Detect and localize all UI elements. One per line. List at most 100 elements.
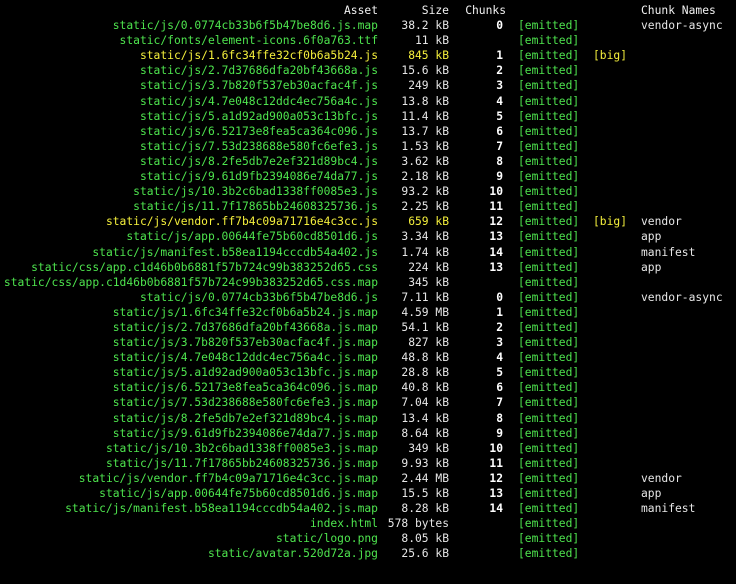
asset-size: 15.6 kB xyxy=(401,64,449,78)
chunk-name: manifest xyxy=(641,245,696,259)
table-row: static/js/manifest.b58ea1194cccdb54a402.… xyxy=(0,245,736,260)
table-row: static/js/1.6fc34ffe32cf0b6a5b24.js 845 k… xyxy=(0,48,736,63)
asset-name: static/js/11.7f17865bb24608325736.js xyxy=(133,200,378,214)
emitted-status: [emitted] xyxy=(518,290,580,304)
chunk-name: vendor-async xyxy=(641,290,723,304)
emitted-status: [emitted] xyxy=(518,154,580,168)
asset-name: static/logo.png xyxy=(275,532,378,546)
table-row: static/js/10.3b2c6bad1338ff0085e3.js.map… xyxy=(0,441,736,456)
table-row: static/js/1.6fc34ffe32cf0b6a5b24.js.map 4… xyxy=(0,305,736,320)
asset-size: 8.28 kB xyxy=(401,502,449,516)
table-row: static/js/app.00644fe75b60cd8501d6.js 3.3… xyxy=(0,229,736,244)
asset-size: 1.53 kB xyxy=(401,139,449,153)
asset-name: static/js/11.7f17865bb24608325736.js.map xyxy=(105,456,378,470)
emitted-status: [emitted] xyxy=(518,260,580,274)
asset-size: 40.8 kB xyxy=(401,381,449,395)
asset-size: 48.8 kB xyxy=(401,351,449,365)
emitted-status: [emitted] xyxy=(518,139,580,153)
emitted-status: [emitted] xyxy=(518,230,580,244)
table-row: static/js/11.7f17865bb24608325736.js 2.25… xyxy=(0,199,736,214)
chunk-id: 0 xyxy=(496,19,503,33)
asset-name: index.html xyxy=(309,517,378,531)
table-row: static/js/app.00644fe75b60cd8501d6.js.ma… xyxy=(0,486,736,501)
emitted-status: [emitted] xyxy=(518,94,580,108)
chunk-id: 1 xyxy=(496,305,503,319)
asset-name: static/js/3.7b820f537eb30acfac4f.js xyxy=(139,79,378,93)
asset-name: static/js/manifest.b58ea1194cccdb54a402.… xyxy=(65,502,378,516)
chunk-id: 1 xyxy=(496,49,503,63)
emitted-status: [emitted] xyxy=(518,245,580,259)
table-header: Asset Size Chunks Chunk Names xyxy=(0,3,736,18)
chunk-names-column-header: Chunk Names xyxy=(641,4,716,17)
emitted-status: [emitted] xyxy=(518,109,580,123)
chunk-id: 7 xyxy=(496,139,503,153)
chunk-id: 13 xyxy=(489,230,503,244)
asset-name: static/js/10.3b2c6bad1338ff0085e3.js xyxy=(133,185,378,199)
asset-name: static/js/app.00644fe75b60cd8501d6.js xyxy=(126,230,378,244)
table-row: static/js/vendor.ff7b4c09a71716e4c3cc.js… xyxy=(0,214,736,229)
table-row: static/css/app.c1d46b0b6881f57b724c99b38… xyxy=(0,260,736,275)
emitted-status: [emitted] xyxy=(518,19,580,33)
asset-table: static/js/0.0774cb33b6f5b47be8d6.js.map 3… xyxy=(0,18,736,561)
asset-size: 28.8 kB xyxy=(401,366,449,380)
asset-name: static/js/5.a1d92ad900a053c13bfc.js.map xyxy=(112,366,378,380)
emitted-status: [emitted] xyxy=(518,320,580,334)
big-flag: [big] xyxy=(593,215,628,229)
table-row: static/logo.png 8.05 kB [emitted] xyxy=(0,531,736,546)
table-row: static/js/9.61d9fb2394086e74da77.js.map 8… xyxy=(0,426,736,441)
asset-name: static/js/5.a1d92ad900a053c13bfc.js xyxy=(139,109,378,123)
asset-name: static/js/7.53d238688e580fc6efe3.js.map xyxy=(112,396,378,410)
emitted-status: [emitted] xyxy=(518,49,580,63)
emitted-status: [emitted] xyxy=(518,275,580,289)
emitted-status: [emitted] xyxy=(518,124,580,138)
table-row: static/js/8.2fe5db7e2ef321d89bc4.js.map 1… xyxy=(0,411,736,426)
emitted-status: [emitted] xyxy=(518,532,580,546)
emitted-status: [emitted] xyxy=(518,517,580,531)
chunk-name: vendor xyxy=(641,471,682,485)
chunk-name: app xyxy=(641,230,662,244)
asset-size: 15.5 kB xyxy=(401,487,449,500)
asset-size: 827 kB xyxy=(408,336,449,350)
asset-size: 224 kB xyxy=(408,260,449,274)
asset-size: 249 kB xyxy=(408,79,449,93)
table-row: static/js/3.7b820f537eb30acfac4f.js.map 8… xyxy=(0,335,736,350)
asset-size: 2.25 kB xyxy=(401,200,449,214)
asset-size: 13.8 kB xyxy=(401,94,449,108)
table-row: static/js/7.53d238688e580fc6efe3.js 1.53 … xyxy=(0,139,736,154)
chunk-id: 4 xyxy=(496,94,503,108)
asset-size: 13.4 kB xyxy=(401,411,449,425)
emitted-status: [emitted] xyxy=(518,351,580,365)
asset-size: 4.59 MB xyxy=(401,305,449,319)
table-row: static/js/2.7d37686dfa20bf43668a.js.map 5… xyxy=(0,320,736,335)
asset-name: static/js/4.7e048c12ddc4ec756a4c.js xyxy=(139,94,378,108)
chunk-id: 4 xyxy=(496,351,503,365)
asset-name: static/js/1.6fc34ffe32cf0b6a5b24.js xyxy=(139,49,378,63)
asset-size: 93.2 kB xyxy=(401,185,449,199)
chunk-id: 6 xyxy=(496,381,503,395)
asset-column-header: Asset xyxy=(343,4,378,17)
chunk-id: 10 xyxy=(489,185,503,199)
asset-name: static/avatar.520d72a.jpg xyxy=(207,547,378,561)
emitted-status: [emitted] xyxy=(518,366,580,380)
asset-size: 1.74 kB xyxy=(401,245,449,259)
chunk-id: 0 xyxy=(496,290,503,304)
emitted-status: [emitted] xyxy=(518,547,580,561)
asset-name: static/js/10.3b2c6bad1338ff0085e3.js.map xyxy=(105,441,378,455)
asset-name: static/js/vendor.ff7b4c09a71716e4c3cc.js xyxy=(105,215,378,229)
asset-name: static/js/1.6fc34ffe32cf0b6a5b24.js.map xyxy=(112,305,378,319)
emitted-status: [emitted] xyxy=(518,456,580,470)
emitted-status: [emitted] xyxy=(518,305,580,319)
emitted-status: [emitted] xyxy=(518,336,580,350)
chunk-id: 2 xyxy=(496,64,503,78)
table-row: static/js/0.0774cb33b6f5b47be8d6.js.map 3… xyxy=(0,18,736,33)
emitted-status: [emitted] xyxy=(518,170,580,184)
table-row: static/js/4.7e048c12ddc4ec756a4c.js.map 4… xyxy=(0,350,736,365)
chunk-name: manifest xyxy=(641,502,696,516)
emitted-status: [emitted] xyxy=(518,215,580,229)
chunk-name: app xyxy=(641,487,662,500)
chunk-name: app xyxy=(641,260,662,274)
asset-size: 3.34 kB xyxy=(401,230,449,244)
chunk-id: 12 xyxy=(489,471,503,485)
asset-size: 25.6 kB xyxy=(401,547,449,561)
asset-size: 54.1 kB xyxy=(401,320,449,334)
